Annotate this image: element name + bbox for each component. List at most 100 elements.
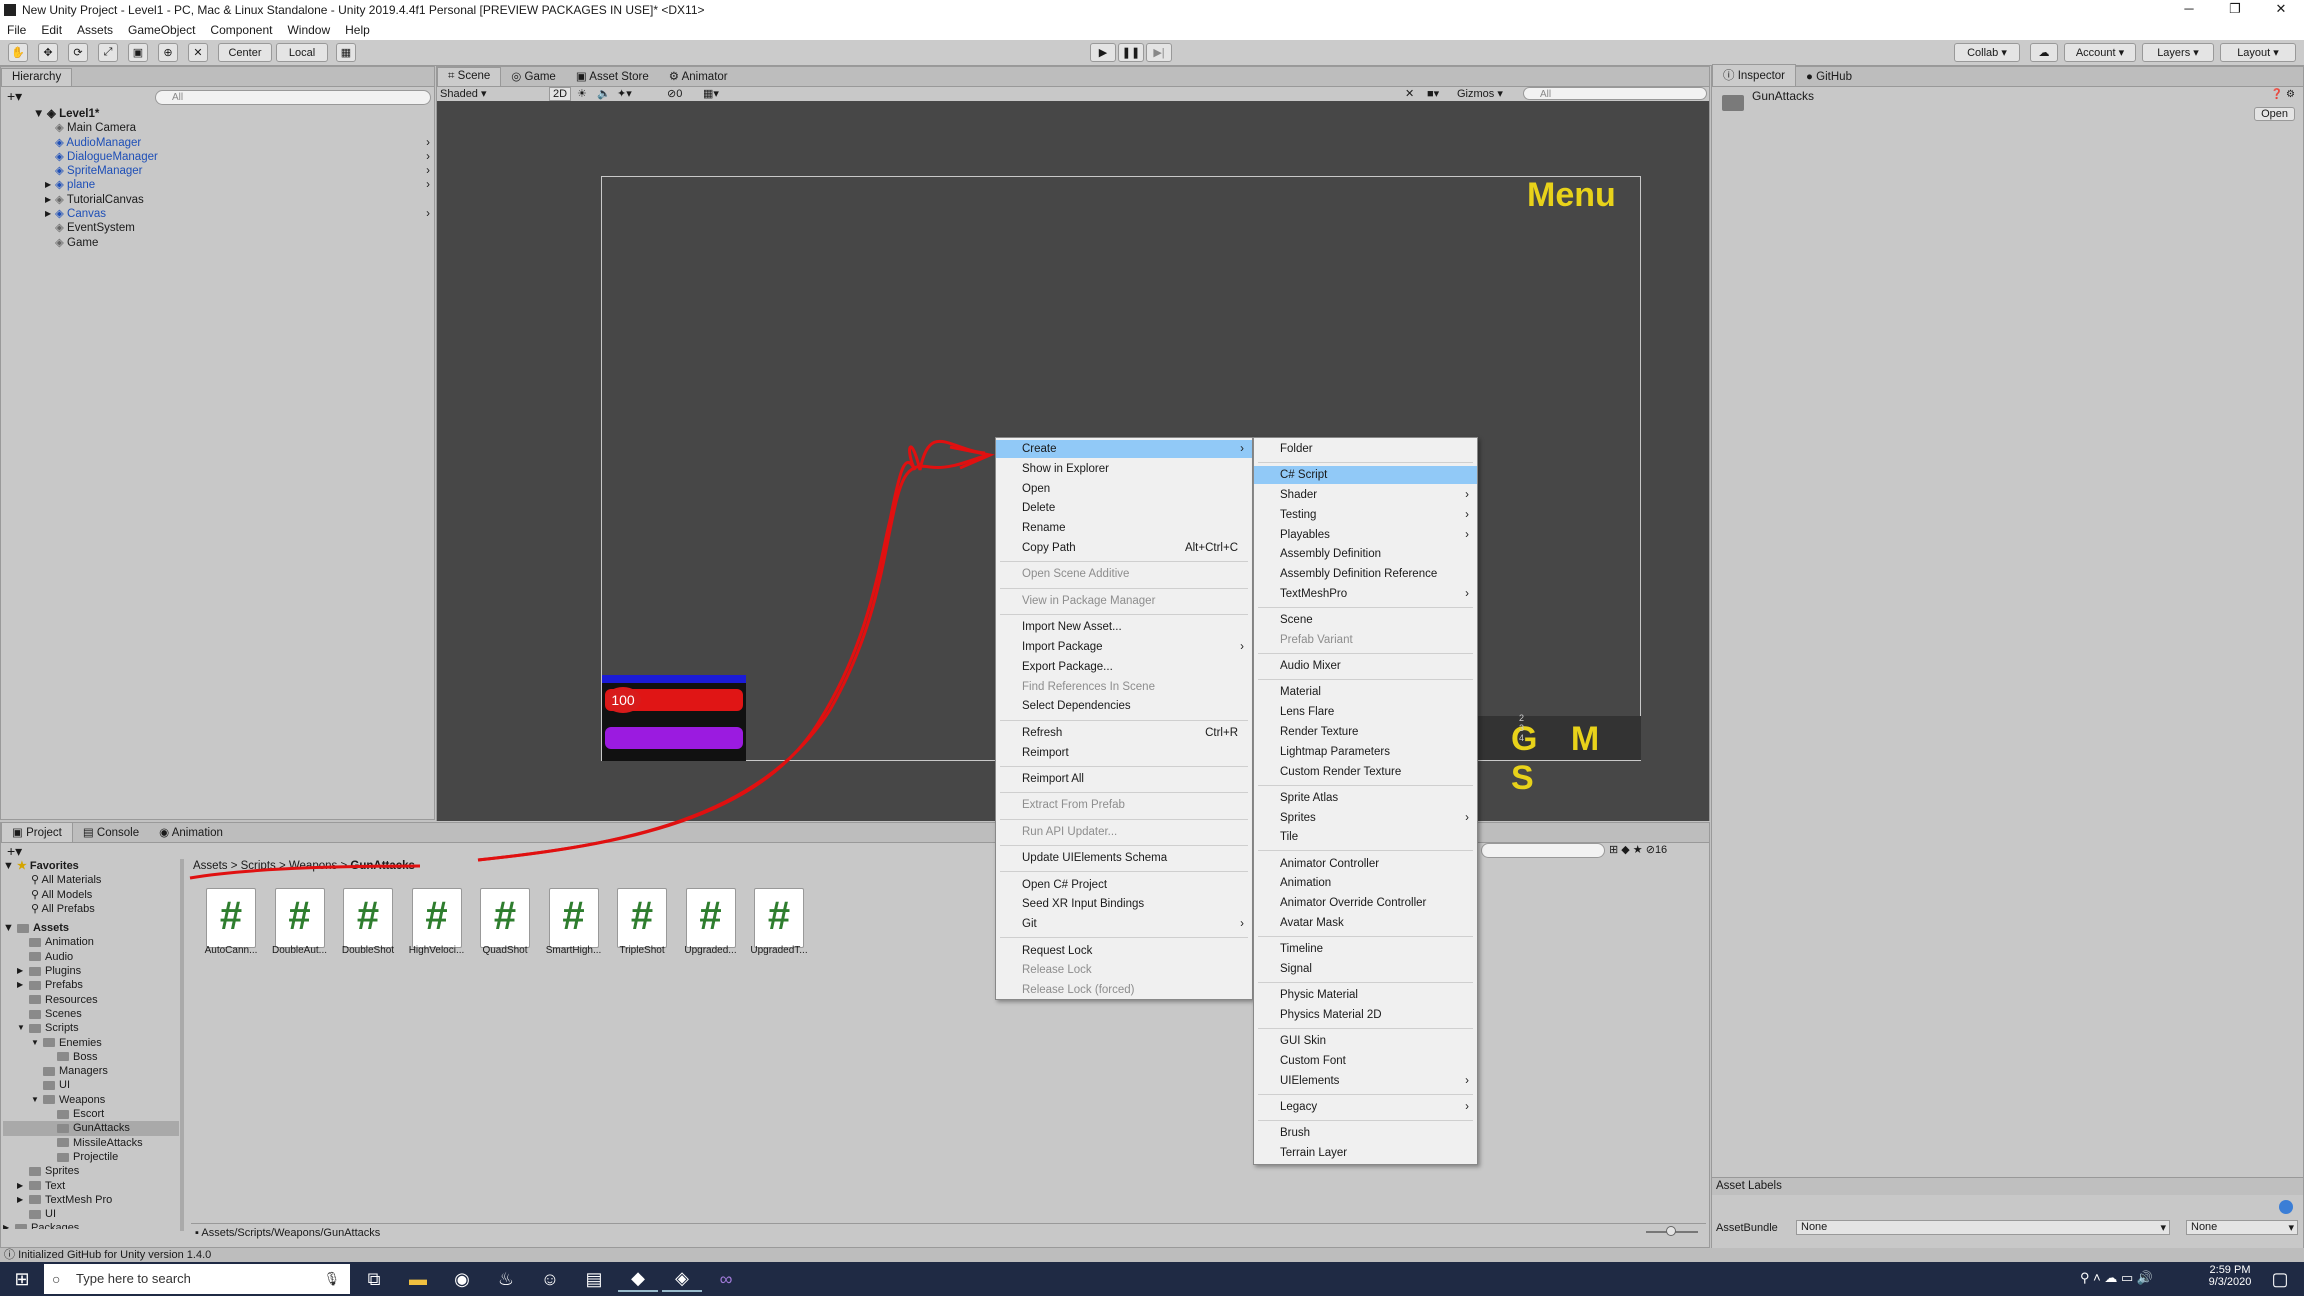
clock-date: 9/3/2020 xyxy=(2208,1276,2252,1288)
task-view-icon[interactable]: ⧉ xyxy=(354,1266,394,1292)
notification-icon[interactable]: ▢ xyxy=(2260,1266,2300,1292)
menu-item[interactable]: Reimport All xyxy=(996,770,1252,788)
submenu-arrow-icon: › xyxy=(1465,588,1469,600)
menu-item[interactable]: Playables › xyxy=(1254,526,1477,544)
menu-item-label: Refresh xyxy=(1022,726,1063,739)
menu-item[interactable]: Import Package › xyxy=(996,638,1252,656)
menu-item[interactable]: Refresh Ctrl+R xyxy=(996,724,1252,742)
windows-taskbar: ⊞ ○ Type here to search 🎙 ⧉ ▬ ◉ ♨ ☺ ▤ ◆ … xyxy=(0,1262,2304,1296)
search-icon: ○ xyxy=(52,1271,61,1287)
menu-item[interactable]: Animation xyxy=(1254,874,1477,892)
menu-item[interactable]: Folder xyxy=(1254,440,1477,458)
menu-item[interactable]: TextMeshPro › xyxy=(1254,585,1477,603)
taskbar-search-placeholder: Type here to search xyxy=(76,1271,191,1286)
unity-hub-icon[interactable]: ◆ xyxy=(618,1266,658,1292)
menu-item[interactable]: GUI Skin xyxy=(1254,1032,1477,1050)
menu-item[interactable]: Testing › xyxy=(1254,506,1477,524)
menu-item[interactable]: Seed XR Input Bindings xyxy=(996,895,1252,913)
microphone-icon[interactable]: 🎙 xyxy=(323,1264,340,1294)
menu-item-label: Import New Asset... xyxy=(1022,621,1122,634)
context-menu: Create › Show in Explorer Open Delete Rename C… xyxy=(995,437,1253,1000)
menu-item-label: Find References In Scene xyxy=(1022,680,1155,693)
menu-item[interactable]: Shader › xyxy=(1254,486,1477,504)
menu-item[interactable]: Update UIElements Schema xyxy=(996,849,1252,867)
steam-icon[interactable]: ♨ xyxy=(486,1266,526,1292)
tray-icons[interactable]: ⚲ ˄ ☁ ▭ 🔊 xyxy=(2080,1270,2153,1286)
menu-separator xyxy=(1000,561,1248,563)
menu-item[interactable]: Audio Mixer xyxy=(1254,657,1477,675)
menu-item: Extract From Prefab xyxy=(996,796,1252,814)
menu-item[interactable]: Sprite Atlas xyxy=(1254,789,1477,807)
menu-item[interactable]: Rename xyxy=(996,519,1252,537)
discord-icon[interactable]: ☺ xyxy=(530,1266,570,1292)
menu-separator xyxy=(1000,587,1248,589)
menu-item[interactable]: Timeline xyxy=(1254,940,1477,958)
menu-item-label: Render Texture xyxy=(1280,726,1359,738)
annotation-arrow-curve xyxy=(477,453,989,862)
clock[interactable]: 2:59 PM 9/3/2020 xyxy=(2200,1264,2260,1288)
menu-item[interactable]: Open C# Project xyxy=(996,876,1252,894)
menu-item[interactable]: C# Script xyxy=(1254,466,1477,485)
menu-item[interactable]: Avatar Mask xyxy=(1254,914,1477,932)
menu-item[interactable]: Export Package... xyxy=(996,658,1252,676)
file-explorer-icon[interactable]: ▬ xyxy=(398,1266,438,1292)
menu-item-label: Folder xyxy=(1280,443,1313,455)
menu-item-label: Prefab Variant xyxy=(1280,634,1353,646)
taskbar-search-input[interactable]: ○ Type here to search 🎙 xyxy=(44,1264,350,1294)
submenu-arrow-icon: › xyxy=(1465,508,1469,521)
menu-item-label: Extract From Prefab xyxy=(1022,799,1125,812)
menu-item[interactable]: Physics Material 2D xyxy=(1254,1006,1477,1024)
menu-item[interactable]: Animator Override Controller xyxy=(1254,894,1477,912)
menu-item[interactable]: Show in Explorer xyxy=(996,460,1252,478)
menu-item-label: Brush xyxy=(1280,1127,1311,1140)
menu-item: Release Lock (forced) xyxy=(996,981,1252,999)
submenu-arrow-icon: › xyxy=(1240,641,1244,653)
menu-item[interactable]: Scene xyxy=(1254,611,1477,629)
menu-item[interactable]: Reimport xyxy=(996,744,1252,762)
menu-separator xyxy=(1258,936,1473,937)
menu-item[interactable]: Select Dependencies xyxy=(996,697,1252,715)
menu-item-label: Lens Flare xyxy=(1280,706,1335,719)
menu-item[interactable]: Create › xyxy=(996,440,1252,458)
menu-item[interactable]: UIElements › xyxy=(1254,1072,1477,1090)
unity-editor-icon[interactable]: ◈ xyxy=(662,1266,702,1292)
menu-item[interactable]: Tile xyxy=(1254,828,1477,846)
menu-item[interactable]: Render Texture xyxy=(1254,723,1477,741)
menu-separator xyxy=(1258,653,1473,654)
menu-separator xyxy=(1000,765,1248,767)
menu-item[interactable]: Lightmap Parameters xyxy=(1254,743,1477,761)
menu-item[interactable]: Terrain Layer xyxy=(1254,1144,1477,1162)
menu-item[interactable]: Open xyxy=(996,480,1252,498)
menu-item[interactable]: Brush xyxy=(1254,1124,1477,1142)
chrome-icon[interactable]: ◉ xyxy=(442,1266,482,1292)
menu-item[interactable]: Signal xyxy=(1254,960,1477,978)
menu-item[interactable]: Import New Asset... xyxy=(996,618,1252,636)
menu-item[interactable]: Delete xyxy=(996,499,1252,517)
visual-studio-icon[interactable]: ∞ xyxy=(706,1266,746,1292)
menu-item[interactable]: Animator Controller xyxy=(1254,855,1477,873)
menu-item[interactable]: Legacy › xyxy=(1254,1098,1477,1116)
menu-item[interactable]: Material xyxy=(1254,683,1477,701)
menu-item-label: Rename xyxy=(1022,522,1066,535)
submenu-arrow-icon: › xyxy=(1240,443,1244,455)
menu-item-label: Copy Path xyxy=(1022,542,1076,554)
menu-item[interactable]: Custom Font xyxy=(1254,1052,1477,1070)
menu-separator xyxy=(1000,937,1248,939)
menu-item[interactable]: Assembly Definition Reference xyxy=(1254,565,1477,583)
menu-item[interactable]: Assembly Definition xyxy=(1254,545,1477,563)
menu-item-label: TextMeshPro xyxy=(1280,588,1348,600)
app-icon[interactable]: ▤ xyxy=(574,1266,614,1292)
menu-separator xyxy=(1000,719,1248,721)
menu-item[interactable]: Copy Path Alt+Ctrl+C xyxy=(996,539,1252,557)
menu-item[interactable]: Git › xyxy=(996,915,1252,933)
menu-item-label: Timeline xyxy=(1280,943,1324,956)
menu-item-label: Reimport xyxy=(1022,746,1069,759)
menu-item[interactable]: Request Lock xyxy=(996,942,1252,960)
menu-item[interactable]: Custom Render Texture xyxy=(1254,763,1477,781)
menu-item[interactable]: Sprites › xyxy=(1254,809,1477,827)
menu-separator xyxy=(1258,679,1473,681)
menu-item[interactable]: Physic Material xyxy=(1254,986,1477,1004)
menu-item-label: Select Dependencies xyxy=(1022,700,1131,713)
windows-start-icon[interactable]: ⊞ xyxy=(2,1266,42,1292)
menu-item[interactable]: Lens Flare xyxy=(1254,703,1477,721)
